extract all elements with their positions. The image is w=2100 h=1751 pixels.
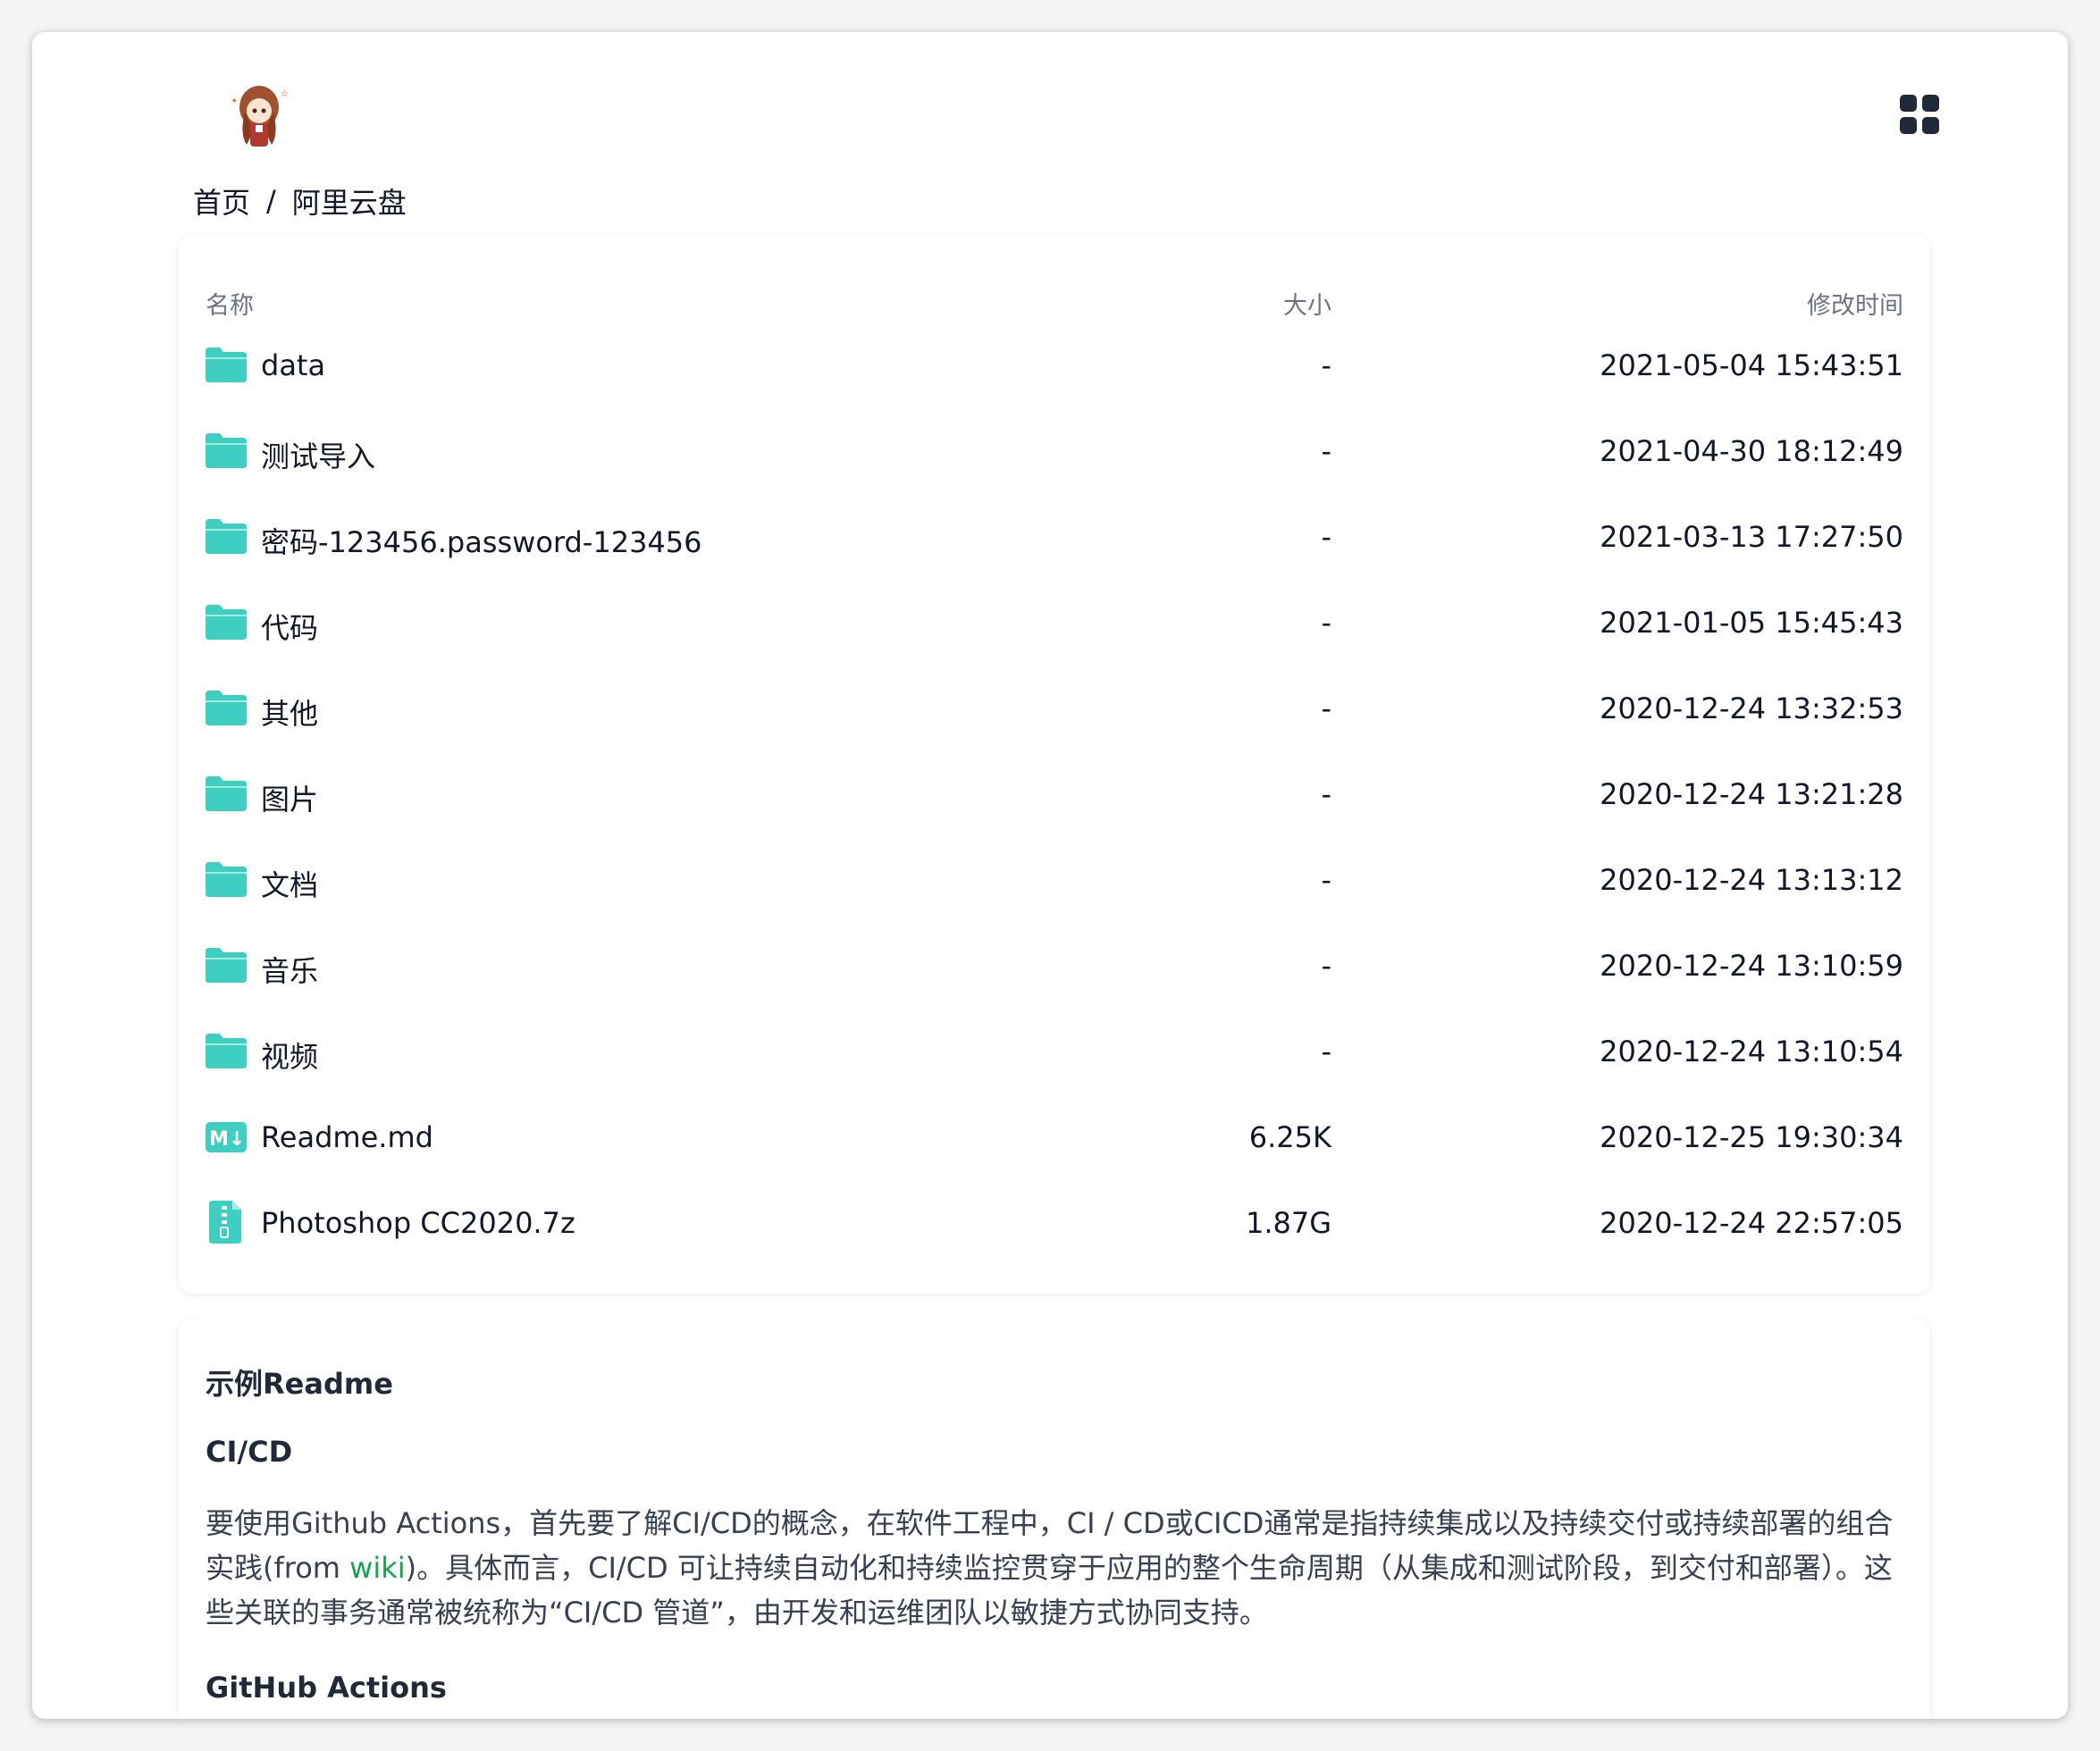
file-size: - [1321,691,1331,725]
file-modified-time: 2020-12-24 13:10:59 [1600,949,1903,983]
file-modified-time: 2021-01-05 15:45:43 [1600,606,1903,640]
file-size: 6.25K [1248,1120,1331,1154]
column-header-name[interactable]: 名称 [206,286,254,321]
avatar[interactable]: ☆ ✦ [223,77,298,152]
column-header-time[interactable]: 修改时间 [1807,286,1903,321]
file-size: - [1321,606,1331,640]
file-size: - [1321,434,1331,468]
svg-text:M↓: M↓ [209,1128,245,1151]
file-modified-time: 2020-12-25 19:30:34 [1600,1120,1903,1154]
table-row[interactable]: 图片 - 2020-12-24 13:21:28 [179,749,1930,834]
table-row[interactable]: 测试导入 - 2021-04-30 18:12:49 [179,406,1930,491]
folder-icon [206,347,247,384]
folder-icon [206,690,247,727]
breadcrumb-separator: / [266,184,276,218]
app-window: ☆ ✦ 首页 / 阿里云盘 名称 大小 修改时间 data - 2021-05-04… [32,32,2068,1719]
file-name[interactable]: Photoshop CC2020.7z [261,1206,575,1240]
folder-icon [206,1033,247,1070]
markdown-icon: M↓ [206,1118,247,1156]
file-modified-time: 2021-05-04 15:43:51 [1600,348,1903,382]
table-row[interactable]: M↓ Readme.md 6.25K 2020-12-25 19:30:34 [179,1092,1930,1177]
table-row[interactable]: 视频 - 2020-12-24 13:10:54 [179,1006,1930,1092]
folder-icon [206,518,247,556]
file-name[interactable]: 视频 [261,1035,318,1076]
file-modified-time: 2020-12-24 22:57:05 [1600,1206,1903,1240]
folder-icon [206,861,247,899]
table-header: 名称 大小 修改时间 [179,234,1930,320]
file-size: - [1321,949,1331,983]
readme-heading-cicd: CI/CD [206,1435,293,1469]
folder-icon [206,947,247,984]
folder-icon [206,432,247,470]
table-row[interactable]: Photoshop CC2020.7z 1.87G 2020-12-24 22:57… [179,1177,1930,1263]
file-modified-time: 2021-03-13 17:27:50 [1600,520,1903,554]
avatar-image: ☆ ✦ [223,77,298,152]
file-size: - [1321,348,1331,382]
breadcrumb-current[interactable]: 阿里云盘 [292,180,407,222]
readme-text-after-link: )。具体而言，CI/CD 可让持续自动化和持续监控贯穿于应用的整个生命周期（从集… [206,1551,1893,1630]
folder-icon [206,604,247,641]
file-size: 1.87G [1245,1206,1331,1240]
zip-icon [206,1201,247,1244]
breadcrumb: 首页 / 阿里云盘 [193,180,407,222]
file-name[interactable]: 文档 [261,863,318,904]
file-name[interactable]: data [261,348,325,382]
file-name[interactable]: 测试导入 [261,434,375,475]
file-modified-time: 2020-12-24 13:32:53 [1600,691,1903,725]
file-name[interactable]: 其他 [261,691,318,733]
file-size: - [1321,863,1331,897]
table-body: data - 2021-05-04 15:43:51 测试导入 - 2021-04-30 … [179,320,1930,1263]
table-row[interactable]: 文档 - 2020-12-24 13:13:12 [179,834,1930,920]
file-modified-time: 2020-12-24 13:21:28 [1600,777,1903,811]
file-modified-time: 2020-12-24 13:13:12 [1600,863,1903,897]
readme-panel: 示例Readme CI/CD 要使用Github Actions，首先要了解CI… [179,1319,1930,1719]
table-row[interactable]: data - 2021-05-04 15:43:51 [179,320,1930,406]
table-row[interactable]: 密码-123456.password-123456 - 2021-03-13 17:… [179,491,1930,577]
file-size: - [1321,1035,1331,1068]
breadcrumb-home[interactable]: 首页 [193,180,250,222]
readme-title: 示例Readme [206,1367,393,1401]
file-name[interactable]: 代码 [261,606,318,647]
table-row[interactable]: 音乐 - 2020-12-24 13:10:59 [179,920,1930,1006]
folder-icon [206,775,247,813]
column-header-size[interactable]: 大小 [1283,286,1331,321]
file-name[interactable]: 密码-123456.password-123456 [261,520,702,561]
file-size: - [1321,777,1331,811]
file-modified-time: 2021-04-30 18:12:49 [1600,434,1903,468]
readme-paragraph: 要使用Github Actions，首先要了解CI/CD的概念，在软件工程中，C… [206,1501,1903,1635]
file-name[interactable]: Readme.md [261,1120,433,1154]
table-row[interactable]: 其他 - 2020-12-24 13:32:53 [179,663,1930,749]
file-list: 名称 大小 修改时间 data - 2021-05-04 15:43:51 测试导入 -… [179,234,1930,1294]
file-modified-time: 2020-12-24 13:10:54 [1600,1035,1903,1068]
table-row[interactable]: 代码 - 2021-01-05 15:45:43 [179,577,1930,663]
file-name[interactable]: 图片 [261,777,318,818]
file-name[interactable]: 音乐 [261,949,318,990]
svg-text:☆: ☆ [281,89,289,99]
wiki-link[interactable]: wiki [349,1551,405,1585]
apps-grid-icon[interactable] [1900,95,1939,134]
header: ☆ ✦ [191,46,1945,163]
readme-heading-actions: GitHub Actions [206,1671,447,1705]
svg-text:✦: ✦ [231,96,238,106]
file-size: - [1321,520,1331,554]
